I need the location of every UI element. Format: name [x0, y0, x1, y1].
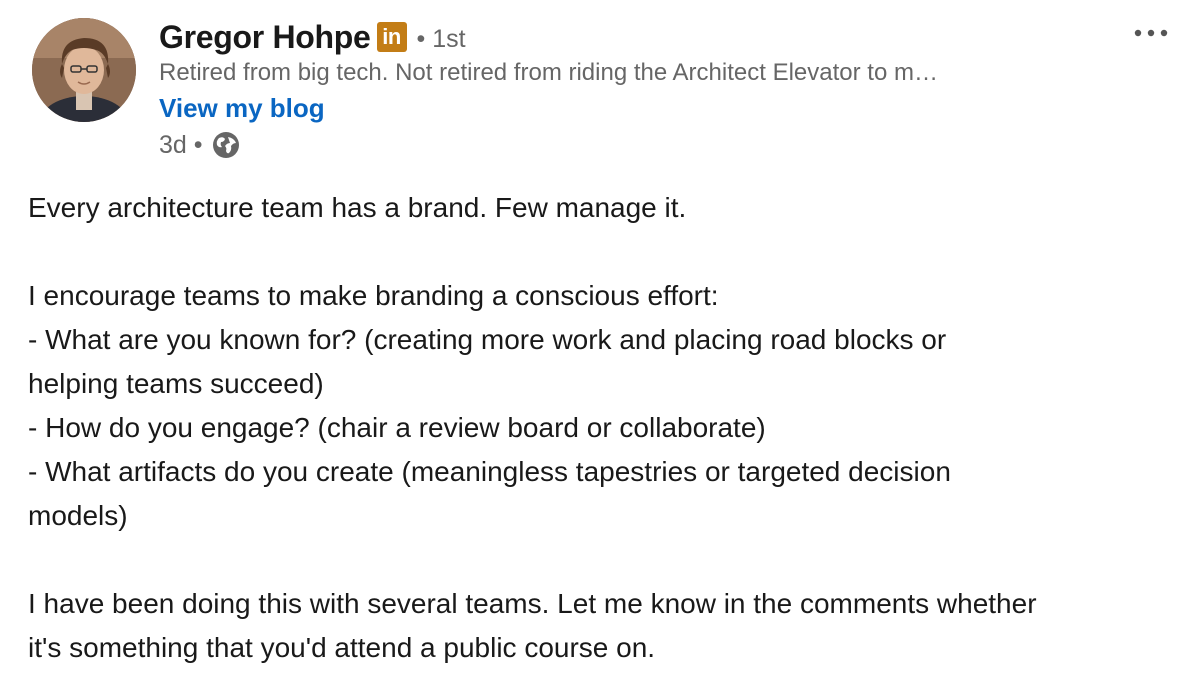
post-line: - What artifacts do you create (meaningl…	[28, 456, 951, 487]
post-line: it's something that you'd attend a publi…	[28, 632, 656, 663]
globe-icon	[211, 130, 241, 160]
view-blog-link[interactable]: View my blog	[159, 90, 1119, 126]
connection-degree: • 1st	[416, 24, 466, 53]
post-header: Gregor Hohpe in • 1st Retired from big t…	[159, 16, 1119, 164]
ellipsis-icon	[1134, 29, 1168, 37]
post-line: - What are you known for? (creating more…	[28, 324, 947, 355]
post-line: models)	[28, 500, 128, 531]
author-headline: Retired from big tech. Not retired from …	[159, 59, 938, 86]
more-options-button[interactable]	[1128, 16, 1174, 50]
post-line: I encourage teams to make branding a con…	[28, 280, 719, 311]
linkedin-badge-icon: in	[376, 22, 407, 52]
feed-post: Gregor Hohpe in • 1st Retired from big t…	[0, 0, 1200, 678]
profile-photo	[32, 18, 136, 122]
post-text: Every architecture team has a brand. Few…	[28, 186, 1188, 670]
post-meta: 3d •	[159, 126, 1119, 164]
post-timestamp: 3d •	[159, 131, 203, 159]
post-line: I have been doing this with several team…	[28, 588, 1037, 619]
post-line: - How do you engage? (chair a review boa…	[28, 412, 766, 443]
author-name-row: Gregor Hohpe in • 1st	[159, 16, 1119, 58]
author-name[interactable]: Gregor Hohpe	[159, 19, 371, 56]
post-line: helping teams succeed)	[28, 368, 324, 399]
post-line: Every architecture team has a brand. Few…	[28, 192, 687, 223]
author-avatar[interactable]	[32, 18, 136, 122]
